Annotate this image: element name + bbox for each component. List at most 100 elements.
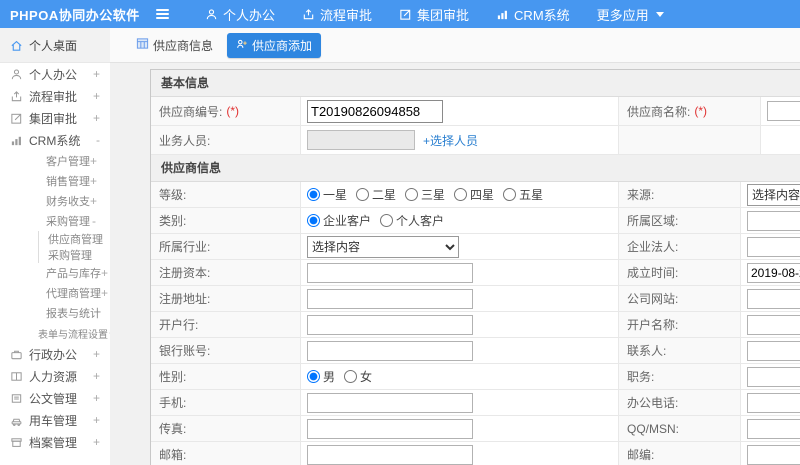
field-label: 传真:	[159, 422, 187, 436]
caret-down-icon	[655, 11, 664, 17]
flow-icon	[10, 90, 23, 103]
section-title: 基本信息	[151, 70, 800, 97]
contact-input[interactable]	[747, 340, 800, 361]
job-title-input[interactable]	[747, 366, 800, 387]
home-icon	[10, 39, 23, 52]
sidebar-item-personal-office[interactable]: 个人办公 +	[0, 63, 110, 85]
form-row: 等级: 一星 二星 三星 四星 五星 来源: 选择内容	[151, 182, 800, 208]
table-icon	[136, 37, 149, 53]
sidebar-item-archive-mgmt[interactable]: 档案管理 +	[0, 431, 110, 453]
expand-icon[interactable]: +	[93, 67, 100, 81]
nav-personal-office[interactable]: 个人办公	[205, 5, 275, 24]
document-icon	[10, 392, 23, 405]
expand-icon[interactable]: +	[93, 435, 100, 449]
founded-date-input[interactable]	[747, 262, 800, 283]
office-phone-input[interactable]	[747, 392, 800, 413]
zip-input[interactable]	[747, 444, 800, 465]
sidebar-item-purchase[interactable]: 采购管理	[39, 247, 110, 263]
field-label: 银行账号:	[159, 344, 211, 358]
nav-workflow-approval[interactable]: 流程审批	[302, 5, 372, 24]
sidebar-item-customer-mgmt[interactable]: 客户管理 +	[0, 151, 110, 171]
expand-icon[interactable]: +	[101, 286, 108, 300]
nav-more-apps[interactable]: 更多应用	[597, 5, 664, 24]
industry-select[interactable]: 选择内容	[307, 235, 459, 258]
sidebar-item-products-inventory[interactable]: 产品与库存 +	[0, 263, 110, 283]
bank-input[interactable]	[307, 314, 473, 335]
sidebar-item-document-mgmt[interactable]: 公文管理 +	[0, 387, 110, 409]
collapse-icon[interactable]: -	[96, 133, 100, 147]
sidebar-item-supplier-mgmt[interactable]: 供应商管理	[39, 231, 110, 247]
expand-icon[interactable]: +	[90, 174, 97, 188]
expand-icon[interactable]: +	[93, 413, 100, 427]
field-label: 公司网站:	[627, 292, 679, 306]
field-label: 职务:	[627, 370, 655, 384]
basic-info-section: 基本信息 供应商编号:(*) 供应商名称:(*) 业务人员: +选择人员	[151, 70, 800, 155]
field-label: 注册地址:	[159, 292, 211, 306]
legal-person-input[interactable]	[747, 236, 800, 257]
source-select[interactable]: 选择内容	[747, 183, 800, 206]
form-row: 邮箱: 邮编:	[151, 442, 800, 465]
sidebar-item-admin-office[interactable]: 行政办公 +	[0, 343, 110, 365]
sidebar-item-crm-system[interactable]: CRM系统 -	[0, 129, 110, 151]
form-row: 类别: 企业客户 个人客户 所属区域:	[151, 208, 800, 234]
sidebar-item-workflow-approval[interactable]: 流程审批 +	[0, 85, 110, 107]
field-label: QQ/MSN:	[627, 421, 680, 436]
hamburger-icon[interactable]	[152, 5, 173, 23]
app-window: PHPOA协同办公软件 个人办公 流程审批 集团审批 CRM系统 更多应用 个人…	[0, 0, 800, 465]
app-brand: PHPOA协同办公软件	[10, 7, 140, 23]
expand-icon[interactable]: +	[93, 391, 100, 405]
level-radio	[503, 188, 517, 201]
main-content: 供应商信息 供应商添加 基本信息 供应商编号:(*) 供应商名称:(*) 业务人…	[110, 28, 800, 465]
level-radio	[405, 188, 419, 201]
fax-input[interactable]	[307, 418, 473, 439]
form-row: 性别: 男 女 职务:	[151, 364, 800, 390]
tab-supplier-add[interactable]: 供应商添加	[227, 32, 322, 58]
website-input[interactable]	[747, 288, 800, 309]
expand-icon[interactable]: +	[90, 194, 97, 208]
sidebar-item-form-flow-settings[interactable]: 表单与流程设置 +	[0, 323, 110, 343]
nav-group-approval[interactable]: 集团审批	[399, 5, 469, 24]
form-row: 所属行业: 选择内容 企业法人:	[151, 234, 800, 260]
user-icon	[205, 8, 218, 21]
sidebar-item-reports-stats[interactable]: 报表与统计	[0, 303, 110, 323]
field-label: 注册资本:	[159, 266, 211, 280]
purchase-submenu: 供应商管理 采购管理	[38, 231, 110, 263]
email-input[interactable]	[307, 444, 473, 465]
field-label: 所属行业:	[159, 240, 211, 254]
mobile-input[interactable]	[307, 392, 473, 413]
bank-account-input[interactable]	[307, 340, 473, 361]
expand-icon[interactable]: +	[93, 111, 100, 125]
expand-icon[interactable]: +	[101, 266, 108, 280]
staff-input[interactable]	[307, 130, 415, 150]
field-label: 邮编:	[627, 448, 655, 462]
registered-capital-input[interactable]	[307, 262, 473, 283]
supplier-name-input[interactable]	[767, 101, 800, 121]
sidebar-item-purchase-mgmt[interactable]: 采购管理 -	[0, 211, 110, 231]
choose-staff-link[interactable]: +选择人员	[423, 132, 478, 149]
expand-icon[interactable]: +	[93, 347, 100, 361]
sidebar-item-hr[interactable]: 人力资源 +	[0, 365, 110, 387]
sidebar-item-agent-mgmt[interactable]: 代理商管理 +	[0, 283, 110, 303]
sidebar-item-vehicle-mgmt[interactable]: 用车管理 +	[0, 409, 110, 431]
registered-address-input[interactable]	[307, 288, 473, 309]
sidebar-item-finance[interactable]: 财务收支 +	[0, 191, 110, 211]
region-input[interactable]	[747, 210, 800, 231]
sidebar-item-personal-desktop[interactable]: 个人桌面	[0, 28, 110, 63]
expand-icon[interactable]: +	[93, 369, 100, 383]
book-icon	[10, 370, 23, 383]
sidebar-item-group-approval[interactable]: 集团审批 +	[0, 107, 110, 129]
field-label: 来源:	[627, 188, 655, 202]
tab-supplier-info[interactable]: 供应商信息	[132, 34, 217, 57]
field-label: 企业法人:	[627, 240, 679, 254]
gender-radio	[344, 370, 358, 383]
qq-msn-input[interactable]	[747, 418, 800, 439]
sidebar-item-sales-mgmt[interactable]: 销售管理 +	[0, 171, 110, 191]
collapse-icon[interactable]: -	[92, 214, 96, 228]
expand-icon[interactable]: +	[90, 154, 97, 168]
expand-icon[interactable]: +	[93, 89, 100, 103]
account-name-input[interactable]	[747, 314, 800, 335]
supplier-code-input[interactable]	[307, 99, 443, 123]
category-radio-group: 企业客户 个人客户	[301, 208, 619, 233]
nav-crm-system[interactable]: CRM系统	[496, 5, 570, 24]
top-menu: 个人办公 流程审批 集团审批 CRM系统 更多应用	[205, 5, 664, 24]
